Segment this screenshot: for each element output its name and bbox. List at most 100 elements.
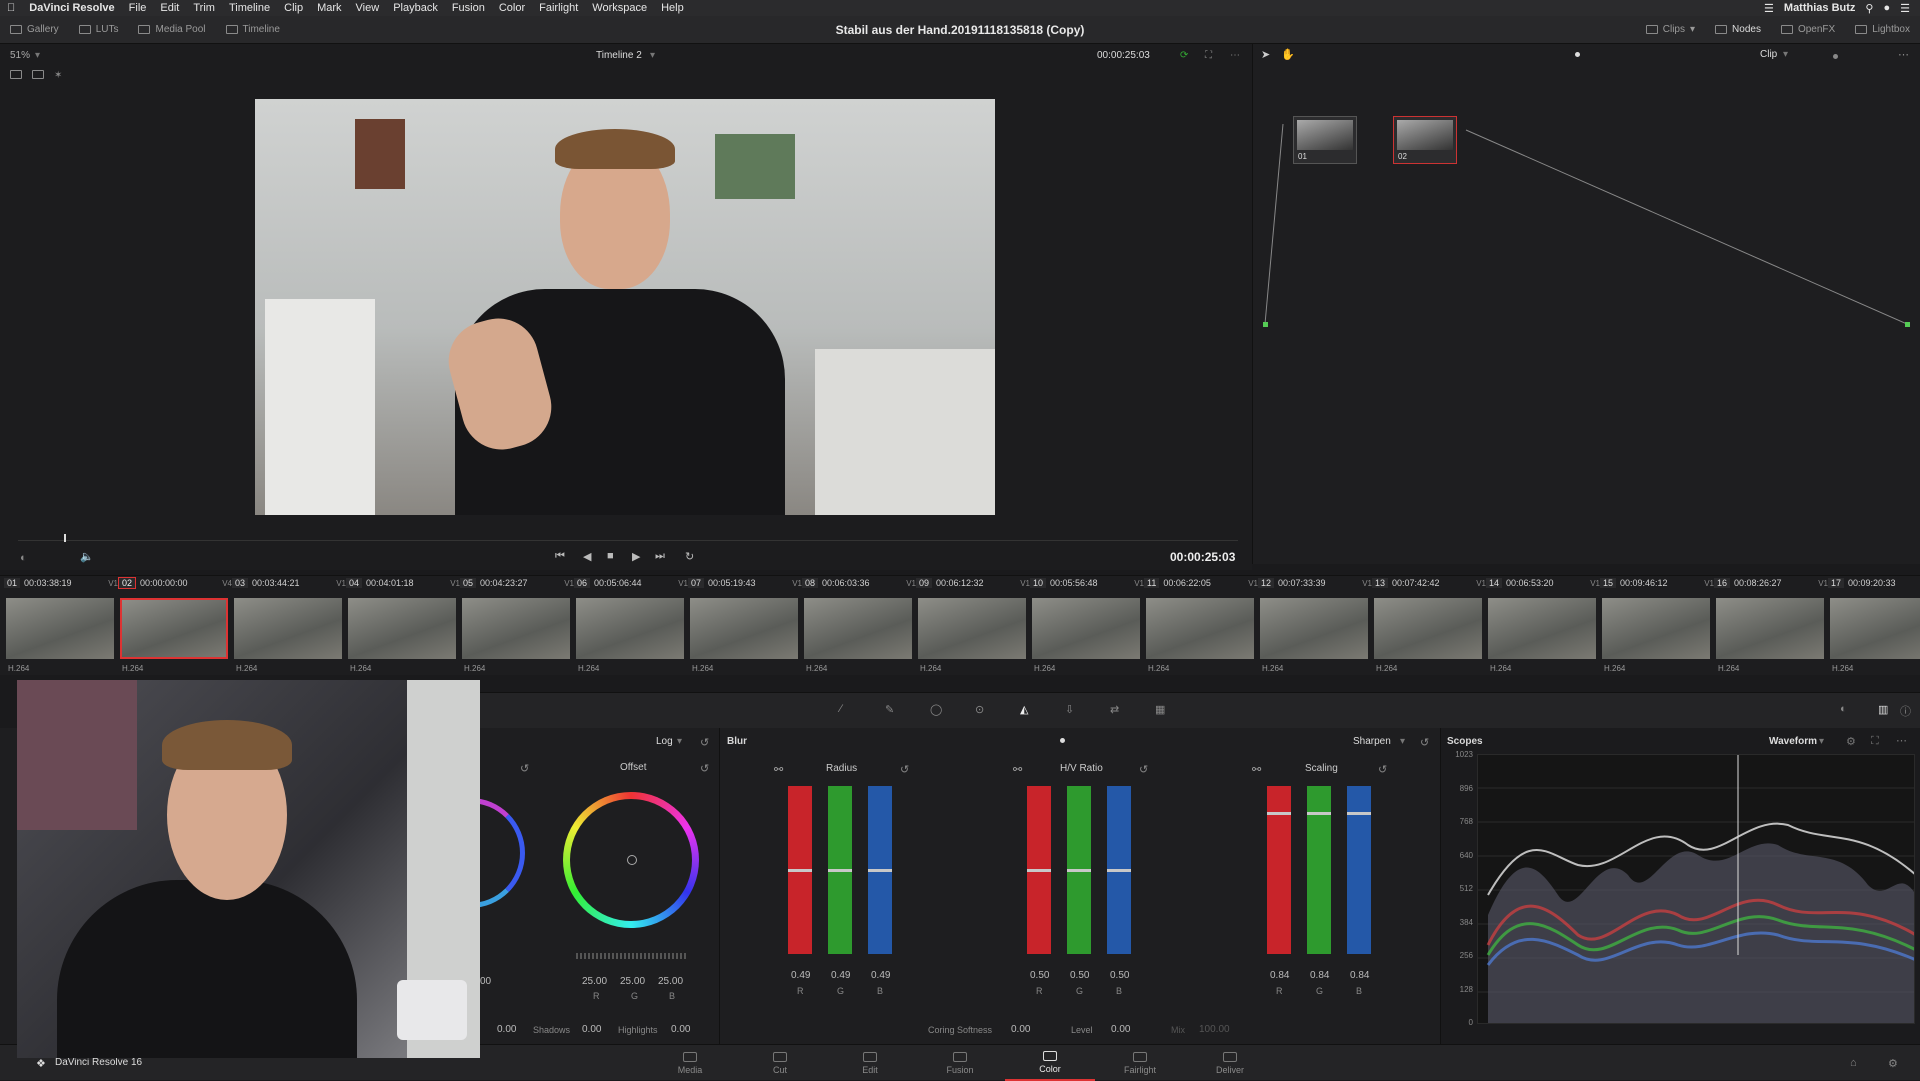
apple-icon[interactable]: 	[0, 2, 22, 14]
scopes-mode[interactable]: Waveform	[1769, 736, 1817, 747]
media-pool-button[interactable]: Media Pool	[128, 16, 215, 44]
clip-thumbnail-09[interactable]: 09 00:06:12:32 V1 H.264	[916, 576, 1030, 676]
menu-trim[interactable]: Trim	[186, 2, 222, 14]
play-icon[interactable]: ▶	[632, 550, 640, 563]
scaling-g-value[interactable]: 0.84	[1310, 970, 1329, 981]
offset-wheel-handle[interactable]	[627, 855, 637, 865]
clip-thumbnail-16[interactable]: 16 00:08:26:27 V1 H.264	[1714, 576, 1828, 676]
scrub-track[interactable]	[18, 540, 1238, 541]
qualifier-icon[interactable]: ✎	[885, 703, 894, 716]
menu-clip[interactable]: Clip	[277, 2, 310, 14]
lift-value[interactable]: 0.00	[497, 1024, 516, 1035]
offset-r-value[interactable]: 25.00	[582, 976, 607, 987]
timeline-button[interactable]: Timeline	[216, 16, 290, 44]
menu-fusion[interactable]: Fusion	[445, 2, 492, 14]
loop-icon[interactable]: ⟳	[1180, 50, 1188, 61]
blur-mode-dropdown-icon[interactable]: ▾	[1400, 736, 1405, 747]
node-01[interactable]: 01	[1293, 116, 1357, 164]
menu-timeline[interactable]: Timeline	[222, 2, 277, 14]
clip-thumbnail-08[interactable]: 08 00:06:03:36 V1 H.264	[802, 576, 916, 676]
radius-g-handle[interactable]	[828, 868, 852, 872]
scopes-more-icon[interactable]: ⋯	[1896, 734, 1907, 747]
single-view-icon[interactable]	[10, 70, 22, 79]
curves-icon[interactable]: ∕	[840, 703, 842, 715]
scopes-settings-icon[interactable]: ⚙	[1846, 735, 1856, 748]
radius-g-slider[interactable]	[828, 786, 852, 954]
hv-ratio-reset-icon[interactable]: ↺	[1139, 763, 1148, 776]
hv-ratio-b-handle[interactable]	[1107, 868, 1131, 872]
nav-fusion[interactable]: Fusion	[915, 1045, 1005, 1081]
clip-thumbnail-06[interactable]: 06 00:05:06:44 V1 H.264	[574, 576, 688, 676]
clip-thumbnail-15[interactable]: 15 00:09:46:12 V1 H.264	[1600, 576, 1714, 676]
scaling-reset-icon[interactable]: ↺	[1378, 763, 1387, 776]
radius-reset-icon[interactable]: ↺	[900, 763, 909, 776]
wifi-icon[interactable]: ☰	[1764, 2, 1774, 15]
offset-reset-icon[interactable]: ↺	[700, 762, 709, 775]
scrub-playhead[interactable]	[64, 534, 67, 542]
blur-reset-icon[interactable]: ↺	[1420, 736, 1429, 749]
menu-list-icon[interactable]: ☰	[1900, 2, 1910, 15]
timeline-name[interactable]: Timeline 2	[596, 50, 642, 61]
menu-fairlight[interactable]: Fairlight	[532, 2, 585, 14]
wheels-mode-dropdown-icon[interactable]: ▾	[677, 736, 682, 747]
nav-media[interactable]: Media	[645, 1045, 735, 1081]
nav-deliver[interactable]: Deliver	[1185, 1045, 1275, 1081]
clip-thumbnail-03[interactable]: 03 00:03:44:21 V1 H.264	[232, 576, 346, 676]
scaling-b-handle[interactable]	[1347, 812, 1371, 816]
tracker-icon[interactable]: ⊙	[975, 703, 984, 716]
home-icon[interactable]: ⌂	[1850, 1057, 1857, 1069]
radius-g-value[interactable]: 0.49	[831, 970, 850, 981]
radius-b-handle[interactable]	[868, 868, 892, 872]
volume-icon[interactable]: 🔈	[80, 550, 94, 563]
radius-r-handle[interactable]	[788, 868, 812, 872]
nav-cut[interactable]: Cut	[735, 1045, 825, 1081]
clip-thumbnail-13[interactable]: 13 00:07:42:42 V1 H.264	[1372, 576, 1486, 676]
gallery-button[interactable]: Gallery	[0, 16, 69, 44]
hv-ratio-r-value[interactable]: 0.50	[1030, 970, 1049, 981]
mix-value[interactable]: 100.00	[1199, 1024, 1230, 1035]
menu-color[interactable]: Color	[492, 2, 532, 14]
scopes-expand-icon[interactable]: ⛶	[1871, 735, 1879, 748]
go-to-end-icon[interactable]: ⏭	[655, 550, 665, 563]
control-center-icon[interactable]: ●	[1883, 2, 1890, 14]
loop-playback-icon[interactable]: ↻	[685, 550, 694, 563]
gain-value[interactable]: 00	[480, 976, 491, 987]
scaling-r-slider[interactable]	[1267, 786, 1291, 954]
hv-ratio-r-handle[interactable]	[1027, 868, 1051, 872]
menu-playback[interactable]: Playback	[386, 2, 445, 14]
clip-strip[interactable]: 01 00:03:38:19 V1 H.264 02 00:00:00:00 V4 H.264…	[0, 575, 1920, 675]
radius-link-icon[interactable]: ⚯	[774, 763, 783, 776]
clip-thumbnail-04[interactable]: 04 00:04:01:18 V1 H.264	[346, 576, 460, 676]
audio-meter-icon[interactable]: ◐	[20, 552, 27, 564]
user-name[interactable]: Matthias Butz	[1784, 2, 1856, 14]
hv-ratio-b-value[interactable]: 0.50	[1110, 970, 1129, 981]
menu-help[interactable]: Help	[654, 2, 691, 14]
radius-r-value[interactable]: 0.49	[791, 970, 810, 981]
color-view-icon[interactable]: ◐	[1840, 703, 1847, 715]
nodes-button[interactable]: Nodes	[1705, 16, 1771, 44]
hv-ratio-g-handle[interactable]	[1067, 868, 1091, 872]
offset-master-slider[interactable]	[576, 953, 686, 959]
search-icon[interactable]: ⚲	[1865, 2, 1873, 15]
window-icon[interactable]: ◯	[930, 703, 942, 716]
nav-fairlight[interactable]: Fairlight	[1095, 1045, 1185, 1081]
stop-icon[interactable]: ■	[607, 550, 614, 562]
hv-ratio-r-slider[interactable]	[1027, 786, 1051, 954]
nav-edit[interactable]: Edit	[825, 1045, 915, 1081]
fullscreen-icon[interactable]: ⛶	[1205, 50, 1212, 61]
reverse-play-icon[interactable]: ◀	[583, 550, 591, 563]
go-to-start-icon[interactable]: ⏮	[555, 550, 565, 563]
scaling-g-handle[interactable]	[1307, 812, 1331, 816]
shadows-value[interactable]: 0.00	[582, 1024, 601, 1035]
offset-b-value[interactable]: 25.00	[658, 976, 683, 987]
scaling-r-value[interactable]: 0.84	[1270, 970, 1289, 981]
menu-edit[interactable]: Edit	[153, 2, 186, 14]
wheels-reset-icon[interactable]: ↺	[700, 736, 709, 749]
scaling-b-value[interactable]: 0.84	[1350, 970, 1369, 981]
highlights-value[interactable]: 0.00	[671, 1024, 690, 1035]
hv-ratio-link-icon[interactable]: ⚯	[1013, 763, 1022, 776]
wheels-mode[interactable]: Log	[656, 736, 673, 747]
node-02[interactable]: 02	[1393, 116, 1457, 164]
settings-gear-icon[interactable]: ⚙	[1888, 1057, 1898, 1070]
blur-mode[interactable]: Sharpen	[1353, 736, 1391, 747]
